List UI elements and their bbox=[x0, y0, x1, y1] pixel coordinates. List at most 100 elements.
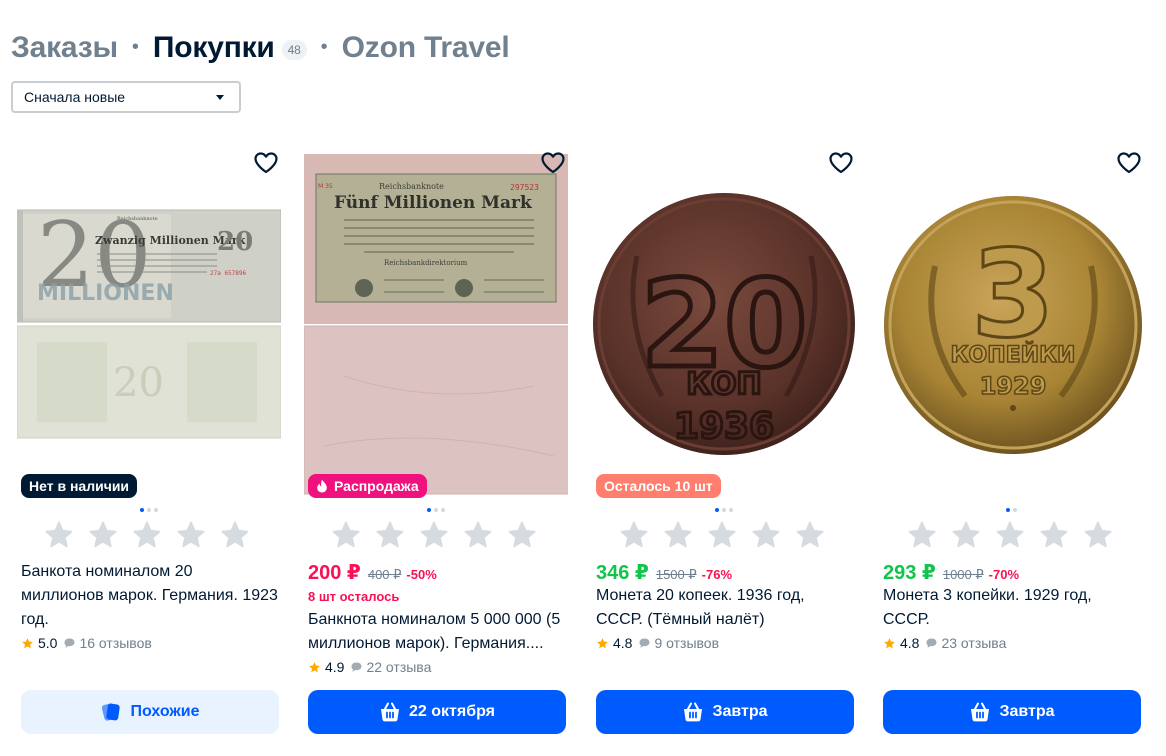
tab-orders[interactable]: Заказы bbox=[11, 31, 118, 65]
rate-stars[interactable] bbox=[44, 520, 250, 550]
sort-select[interactable]: Сначала новые bbox=[11, 81, 241, 113]
header-tabs: Заказы • Покупки 48 • Ozon Travel bbox=[11, 28, 510, 68]
banknote-bank-label: Reichsbanknote bbox=[379, 182, 444, 191]
rate-stars[interactable] bbox=[907, 520, 1113, 550]
price-row: 200 ₽ 400 ₽ -50% bbox=[308, 560, 437, 585]
product-card[interactable]: 3 КОПЕЙКИ 1929 293 ₽ 1000 ₽ -70% Монета … bbox=[880, 146, 1144, 756]
purchases-page: Заказы • Покупки 48 • Ozon Travel Сначала… bbox=[0, 0, 1166, 756]
similar-cards-icon bbox=[102, 703, 121, 721]
reviews-count[interactable]: 23 отзыва bbox=[941, 635, 1006, 651]
similar-button[interactable]: Похожие bbox=[21, 690, 279, 734]
coin-unit: КОП bbox=[686, 367, 761, 402]
rate-star-icon[interactable] bbox=[132, 520, 162, 550]
tab-ozon-travel[interactable]: Ozon Travel bbox=[342, 31, 510, 65]
add-to-cart-button[interactable]: Завтра bbox=[883, 690, 1141, 734]
add-to-cart-button-label: Завтра bbox=[712, 703, 768, 720]
stock-left-note: 8 шт осталось bbox=[308, 589, 400, 604]
rate-star-icon[interactable] bbox=[375, 520, 405, 550]
favorite-heart-icon[interactable] bbox=[540, 151, 566, 175]
product-card[interactable]: 20 Reichsbanknote Zwanzig Millionen Mark… bbox=[17, 146, 281, 756]
product-title[interactable]: Банкота номиналом 20 миллионов марок. Ге… bbox=[21, 560, 279, 632]
coin-year: 1929 bbox=[980, 372, 1047, 400]
product-image-coin-20-kopeks-1936[interactable]: 20 КОП 1936 bbox=[592, 146, 856, 496]
carousel-dot bbox=[722, 508, 726, 512]
rating-score: 4.8 bbox=[613, 635, 633, 651]
current-price: 346 ₽ bbox=[596, 562, 649, 584]
product-rating: 5.0 16 отзывов bbox=[21, 635, 152, 651]
tab-purchases[interactable]: Покупки 48 bbox=[153, 31, 307, 65]
reviews-count[interactable]: 9 отзывов bbox=[654, 635, 719, 651]
tab-purchases-label: Покупки bbox=[152, 31, 275, 64]
chevron-down-icon bbox=[216, 95, 224, 100]
tab-separator: • bbox=[320, 35, 328, 58]
add-to-cart-button-label: Завтра bbox=[999, 703, 1055, 720]
banknote-back-numeral: 20 bbox=[113, 360, 164, 406]
product-title[interactable]: Монета 3 копейки. 1929 год, СССР. bbox=[883, 584, 1141, 632]
flame-icon bbox=[317, 479, 327, 493]
image-carousel-dots[interactable] bbox=[1006, 508, 1017, 512]
favorite-heart-icon[interactable] bbox=[1116, 151, 1142, 175]
rate-star-icon[interactable] bbox=[951, 520, 981, 550]
star-icon bbox=[884, 637, 895, 648]
rate-star-icon[interactable] bbox=[331, 520, 361, 550]
comment-bubble-icon bbox=[639, 638, 650, 648]
banknote-series: M 35 bbox=[318, 183, 333, 190]
discount-percent: -76% bbox=[701, 567, 733, 582]
rate-star-icon[interactable] bbox=[707, 520, 737, 550]
product-image-banknote-5-million-mark[interactable]: Reichsbanknote M 35 297523 Fünf Millione… bbox=[304, 146, 568, 496]
rate-star-icon[interactable] bbox=[995, 520, 1025, 550]
image-carousel-dots[interactable] bbox=[715, 508, 733, 512]
price-row: 346 ₽ 1500 ₽ -76% bbox=[596, 560, 732, 585]
reviews-count[interactable]: 16 отзывов bbox=[79, 635, 151, 651]
rate-star-icon[interactable] bbox=[44, 520, 74, 550]
product-image-banknote-20-million-mark[interactable]: 20 Reichsbanknote Zwanzig Millionen Mark… bbox=[17, 146, 281, 496]
comment-bubble-icon bbox=[351, 662, 362, 672]
star-icon bbox=[309, 661, 320, 672]
rating-score: 4.8 bbox=[900, 635, 920, 651]
rate-star-icon[interactable] bbox=[795, 520, 825, 550]
rate-star-icon[interactable] bbox=[907, 520, 937, 550]
carousel-dot bbox=[441, 508, 445, 512]
banknote-serial: 27a 657896 bbox=[210, 270, 247, 277]
rate-star-icon[interactable] bbox=[176, 520, 206, 550]
image-carousel-dots[interactable] bbox=[427, 508, 445, 512]
rate-star-icon[interactable] bbox=[1083, 520, 1113, 550]
rate-star-icon[interactable] bbox=[751, 520, 781, 550]
add-to-cart-button[interactable]: Завтра bbox=[596, 690, 854, 734]
rate-stars[interactable] bbox=[619, 520, 825, 550]
coin-year: 1936 bbox=[674, 406, 774, 447]
sort-select-value: Сначала новые bbox=[24, 89, 126, 105]
add-to-cart-button[interactable]: 22 октября bbox=[308, 690, 566, 734]
rate-star-icon[interactable] bbox=[463, 520, 493, 550]
carousel-dot bbox=[1013, 508, 1017, 512]
rating-score: 5.0 bbox=[38, 635, 58, 651]
rate-stars[interactable] bbox=[331, 520, 537, 550]
purchases-count-badge: 48 bbox=[281, 40, 307, 60]
product-card[interactable]: 20 КОП 1936 Осталось 10 шт 346 ₽ 1500 ₽ … bbox=[592, 146, 856, 756]
rate-star-icon[interactable] bbox=[619, 520, 649, 550]
product-title[interactable]: Монета 20 копеек. 1936 год, СССР. (Тёмны… bbox=[596, 584, 854, 632]
star-icon bbox=[597, 637, 608, 648]
product-card[interactable]: Reichsbanknote M 35 297523 Fünf Millione… bbox=[304, 146, 568, 756]
rate-star-icon[interactable] bbox=[88, 520, 118, 550]
rate-star-icon[interactable] bbox=[1039, 520, 1069, 550]
carousel-dot bbox=[729, 508, 733, 512]
image-carousel-dots[interactable] bbox=[140, 508, 158, 512]
carousel-dot bbox=[154, 508, 158, 512]
out-of-stock-badge-label: Нет в наличии bbox=[29, 478, 130, 494]
reviews-count[interactable]: 22 отзыва bbox=[366, 659, 431, 675]
rate-star-icon[interactable] bbox=[419, 520, 449, 550]
old-price: 1000 ₽ bbox=[942, 567, 984, 582]
add-to-cart-button-label: 22 октября bbox=[409, 703, 495, 720]
favorite-heart-icon[interactable] bbox=[828, 151, 854, 175]
product-rating: 4.8 9 отзывов bbox=[596, 635, 719, 651]
product-image-coin-3-kopeks-1929[interactable]: 3 КОПЕЙКИ 1929 bbox=[880, 146, 1144, 496]
favorite-heart-icon[interactable] bbox=[253, 151, 279, 175]
rate-star-icon[interactable] bbox=[220, 520, 250, 550]
banknote-value: 20 bbox=[217, 227, 253, 257]
rate-star-icon[interactable] bbox=[507, 520, 537, 550]
product-title[interactable]: Банкнота номиналом 5 000 000 (5 миллионо… bbox=[308, 608, 566, 656]
old-price: 400 ₽ bbox=[367, 567, 402, 582]
rate-star-icon[interactable] bbox=[663, 520, 693, 550]
coin-unit: КОПЕЙКИ bbox=[951, 342, 1076, 368]
